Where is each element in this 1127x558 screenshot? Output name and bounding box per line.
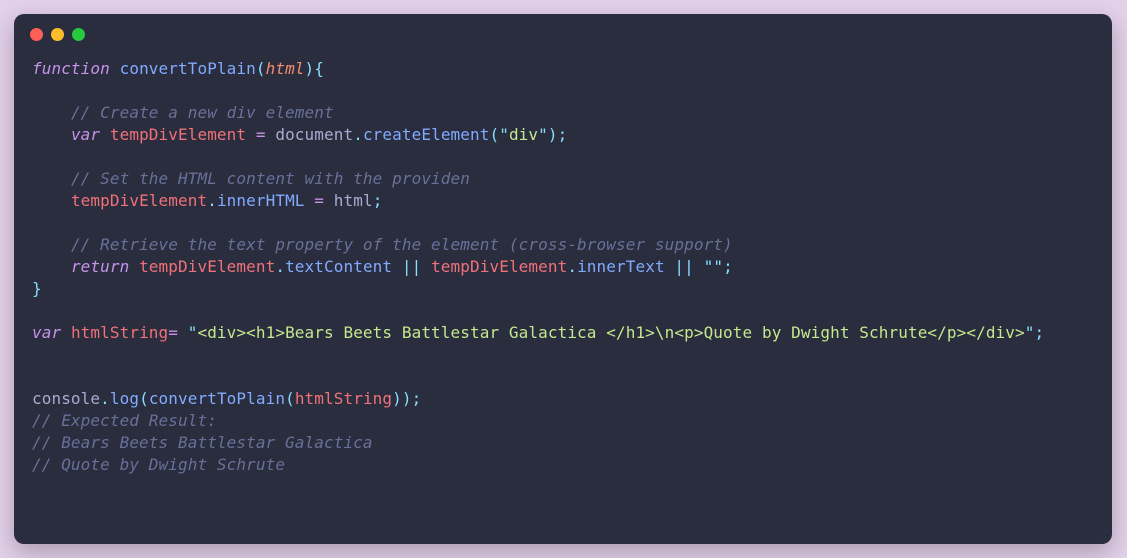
function-call: convertToPlain	[149, 389, 285, 408]
close-icon[interactable]	[30, 28, 43, 41]
comment: // Bears Beets Battlestar Galactica	[32, 433, 373, 452]
quote: "	[1025, 323, 1035, 342]
dot: .	[353, 125, 363, 144]
identifier: tempDivElement	[71, 191, 207, 210]
identifier: tempDivElement	[139, 257, 275, 276]
paren-open: (	[489, 125, 499, 144]
semicolon: ;	[1035, 323, 1045, 342]
quote: "	[538, 125, 548, 144]
quote: "	[704, 257, 714, 276]
operator-or: ||	[402, 257, 421, 276]
zoom-icon[interactable]	[72, 28, 85, 41]
identifier: tempDivElement	[110, 125, 246, 144]
object-console: console	[32, 389, 100, 408]
paren-open: (	[285, 389, 295, 408]
quote: "	[188, 323, 198, 342]
comment: // Expected Result:	[32, 411, 217, 430]
arg-htmlString: htmlString	[295, 389, 392, 408]
identifier: tempDivElement	[431, 257, 567, 276]
semicolon: ;	[412, 389, 422, 408]
code-block: function convertToPlain(html){ // Create…	[14, 54, 1112, 494]
brace-open: {	[314, 59, 324, 78]
method-log: log	[110, 389, 139, 408]
identifier-htmlString: htmlString	[71, 323, 168, 342]
keyword-return: return	[71, 257, 129, 276]
semicolon: ;	[723, 257, 733, 276]
equals: =	[256, 125, 266, 144]
paren-open: (	[256, 59, 266, 78]
equals: =	[168, 323, 178, 342]
comment: // Quote by Dwight Schrute	[32, 455, 285, 474]
operator-or: ||	[674, 257, 693, 276]
brace-close: }	[32, 279, 42, 298]
dot: .	[275, 257, 285, 276]
titlebar	[14, 14, 1112, 54]
keyword-var: var	[71, 125, 100, 144]
property-innerText: innerText	[577, 257, 665, 276]
identifier: html	[334, 191, 373, 210]
minimize-icon[interactable]	[51, 28, 64, 41]
comment: // Set the HTML content with the provide…	[71, 169, 470, 188]
object-document: document	[275, 125, 353, 144]
function-name: convertToPlain	[120, 59, 256, 78]
property-innerHTML: innerHTML	[217, 191, 305, 210]
dot: .	[207, 191, 217, 210]
comment: // Create a new div element	[71, 103, 334, 122]
quote: "	[713, 257, 723, 276]
keyword-var: var	[32, 323, 61, 342]
quote: "	[499, 125, 509, 144]
keyword-function: function	[32, 59, 110, 78]
paren-close: )	[392, 389, 402, 408]
dot: .	[567, 257, 577, 276]
semicolon: ;	[373, 191, 383, 210]
paren-close: )	[548, 125, 558, 144]
property-textContent: textContent	[285, 257, 392, 276]
string-literal: div	[509, 125, 538, 144]
paren-open: (	[139, 389, 149, 408]
paren-close: )	[305, 59, 315, 78]
string-html: <div><h1>Bears Beets Battlestar Galactic…	[197, 323, 1024, 342]
equals: =	[314, 191, 324, 210]
method-createElement: createElement	[363, 125, 490, 144]
semicolon: ;	[558, 125, 568, 144]
param-html: html	[266, 59, 305, 78]
comment: // Retrieve the text property of the ele…	[71, 235, 733, 254]
dot: .	[100, 389, 110, 408]
code-window: function convertToPlain(html){ // Create…	[14, 14, 1112, 544]
paren-close: )	[402, 389, 412, 408]
